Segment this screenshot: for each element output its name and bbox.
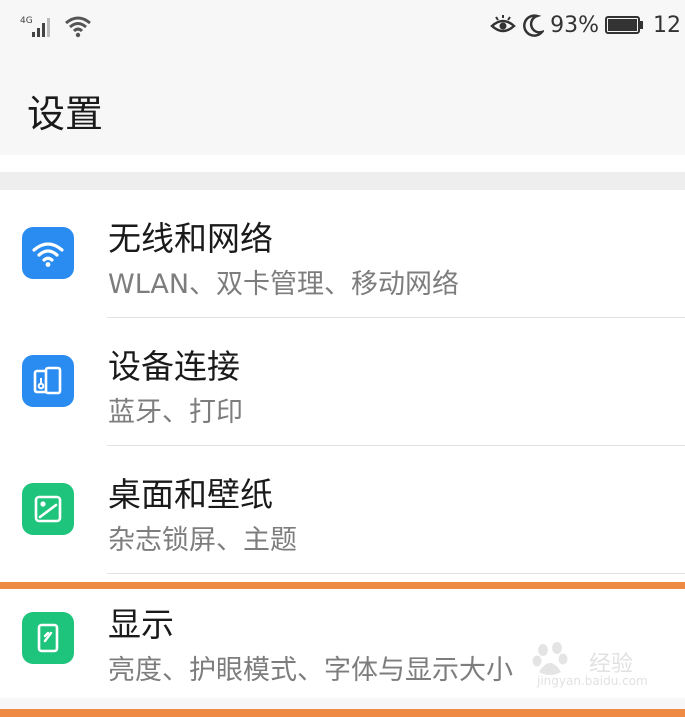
settings-item-device-connection[interactable]: 设备连接 蓝牙、打印 bbox=[0, 318, 685, 446]
status-bar: 4G 93% 12 bbox=[0, 0, 685, 50]
settings-item-title: 桌面和壁纸 bbox=[108, 475, 273, 514]
status-left: 4G bbox=[20, 12, 92, 38]
watermark-url: jingyan.baidu.com bbox=[537, 674, 648, 688]
settings-item-subtitle: 蓝牙、打印 bbox=[108, 397, 243, 428]
eye-comfort-icon bbox=[490, 15, 516, 33]
page-title: 设置 bbox=[27, 92, 104, 136]
display-icon bbox=[22, 612, 74, 664]
page-header: 设置 bbox=[0, 50, 685, 155]
settings-item-subtitle: 亮度、护眼模式、字体与显示大小 bbox=[108, 655, 513, 686]
battery-icon bbox=[605, 16, 643, 34]
watermark-logo: 经验 jingyan.baidu.com bbox=[529, 642, 649, 692]
wifi-icon bbox=[22, 227, 74, 279]
header-divider bbox=[0, 155, 685, 172]
status-right: 93% 12 bbox=[490, 10, 685, 40]
settings-item-title: 显示 bbox=[108, 605, 174, 644]
section-gap bbox=[0, 172, 685, 190]
wallpaper-icon bbox=[22, 483, 74, 535]
settings-item-subtitle: 杂志锁屏、主题 bbox=[108, 525, 297, 556]
status-clock: 12 bbox=[653, 12, 681, 38]
battery-percent: 93% bbox=[550, 12, 599, 38]
svg-text:4G: 4G bbox=[20, 16, 33, 26]
signal-icon: 4G bbox=[20, 16, 50, 37]
paw-icon bbox=[532, 642, 568, 675]
settings-item-title: 无线和网络 bbox=[108, 219, 273, 258]
settings-item-wireless-network[interactable]: 无线和网络 WLAN、双卡管理、移动网络 bbox=[0, 190, 685, 318]
settings-item-title: 设备连接 bbox=[108, 347, 240, 386]
settings-item-subtitle: WLAN、双卡管理、移动网络 bbox=[108, 269, 460, 300]
settings-item-desktop-wallpaper[interactable]: 桌面和壁纸 杂志锁屏、主题 bbox=[0, 446, 685, 574]
settings-list: 无线和网络 WLAN、双卡管理、移动网络 设备连接 蓝牙、打印 桌面和壁纸 杂志… bbox=[0, 190, 685, 698]
moon-icon bbox=[523, 14, 545, 37]
wifi-icon bbox=[65, 16, 91, 38]
device-connection-icon bbox=[22, 355, 74, 407]
